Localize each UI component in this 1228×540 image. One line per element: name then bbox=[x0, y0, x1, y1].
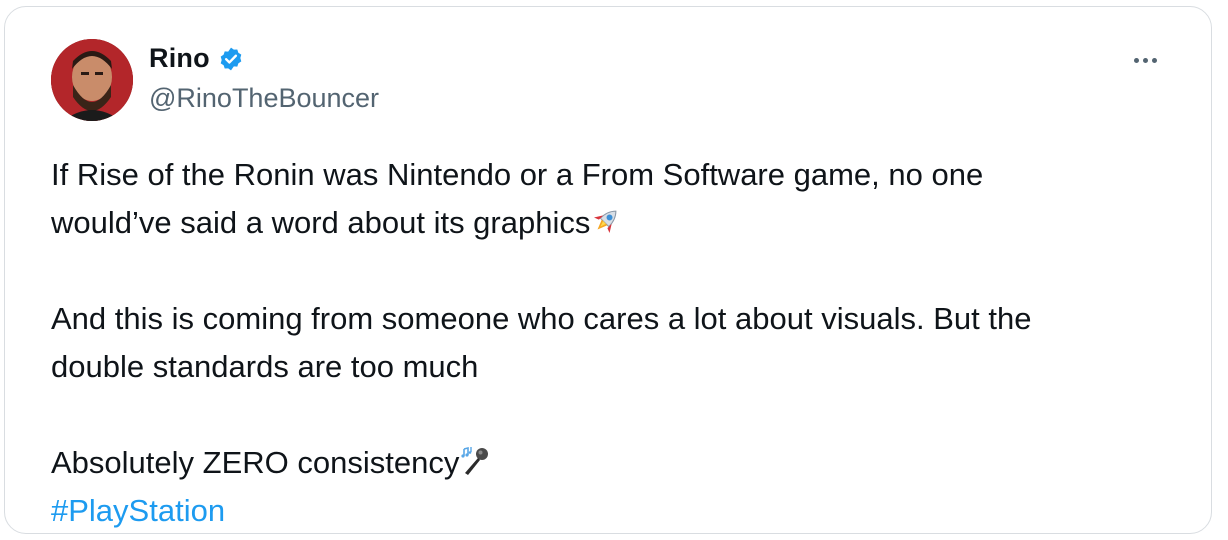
tweet-line: would’ve said a word about its graphics bbox=[51, 205, 591, 240]
author-handle[interactable]: @RinoTheBouncer bbox=[149, 83, 379, 114]
tweet-line: And this is coming from someone who care… bbox=[51, 301, 1032, 336]
tweet-paragraph: If Rise of the Ronin was Nintendo or a F… bbox=[51, 151, 1181, 247]
hashtag-link[interactable]: #PlayStation bbox=[51, 493, 225, 528]
tweet-paragraph: And this is coming from someone who care… bbox=[51, 295, 1181, 391]
more-options-button[interactable] bbox=[1125, 45, 1165, 75]
tweet-line: If Rise of the Ronin was Nintendo or a F… bbox=[51, 157, 984, 192]
microphone-emoji-icon bbox=[459, 443, 491, 475]
author-name-row: Rino bbox=[149, 43, 244, 74]
user-avatar-icon bbox=[51, 39, 133, 121]
tweet-text: If Rise of the Ronin was Nintendo or a F… bbox=[51, 151, 1181, 535]
avatar[interactable] bbox=[51, 39, 133, 121]
author-display-name[interactable]: Rino bbox=[149, 43, 210, 74]
tweet-paragraph: Absolutely ZERO consistency #PlayStation bbox=[51, 439, 1181, 535]
more-options-icon bbox=[1133, 57, 1157, 63]
tweet-line: Absolutely ZERO consistency bbox=[51, 445, 460, 480]
rocket-emoji-icon bbox=[590, 203, 622, 235]
tweet-line: double standards are too much bbox=[51, 349, 479, 384]
verified-badge-icon bbox=[218, 46, 244, 72]
tweet-card: Rino @RinoTheBouncer If Rise of the Roni… bbox=[4, 6, 1212, 534]
